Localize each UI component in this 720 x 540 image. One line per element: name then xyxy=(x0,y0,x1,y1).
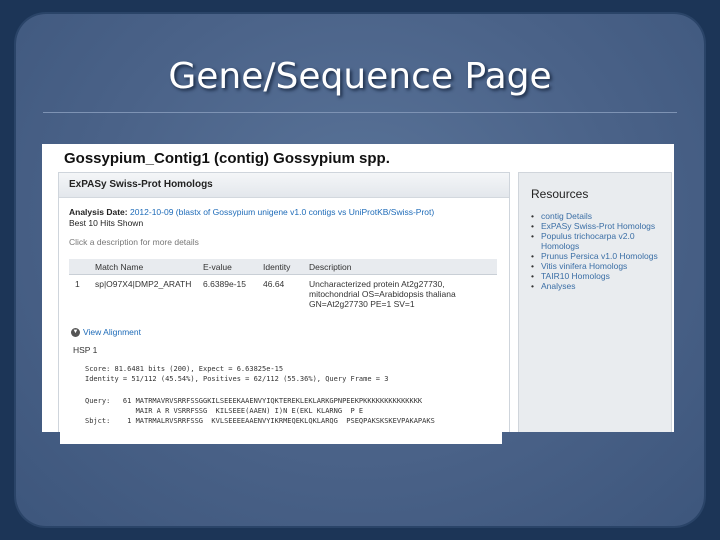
alignment-line: Score: 81.6481 bits (200), Expect = 6.63… xyxy=(85,365,284,373)
resource-item-contig-details[interactable]: • contig Details xyxy=(529,211,671,221)
column-header-match[interactable]: Match Name xyxy=(95,262,143,272)
homologs-panel: ExPASy Swiss-Prot Homologs Analysis Date… xyxy=(58,172,510,432)
resources-title: Resources xyxy=(531,187,589,201)
resource-item-tair10-homologs[interactable]: • TAIR10 Homologs xyxy=(529,271,671,281)
page-title: Gossypium_Contig1 (contig) Gossypium spp… xyxy=(64,150,390,167)
webpage-screenshot-overflow xyxy=(60,432,502,444)
view-alignment-label: View Alignment xyxy=(83,327,141,337)
analysis-date-label: Analysis Date: xyxy=(69,207,128,217)
analysis-date-link[interactable]: 2012-10-09 (blastx of Gossypium unigene … xyxy=(130,207,434,217)
alignment-line: MAIR A R VSRRFSSG KILSEEE(AAEN) I)N E(EK… xyxy=(85,407,364,415)
column-header-evalue[interactable]: E-value xyxy=(203,262,232,272)
view-alignment-toggle[interactable]: ▼ View Alignment xyxy=(71,327,141,338)
hsp-label: HSP 1 xyxy=(73,345,98,355)
homologs-panel-header: ExPASy Swiss-Prot Homologs xyxy=(59,173,509,198)
description-line: Uncharacterized protein At2g27730, xyxy=(309,279,445,289)
resource-item-vitis-homologs[interactable]: • Vitis vinifera Homologs xyxy=(529,261,671,271)
expand-arrow-icon: ▼ xyxy=(71,328,80,338)
resources-panel: Resources • contig Details • ExPASy Swiss-… xyxy=(518,172,672,432)
column-header-description[interactable]: Description xyxy=(309,262,352,272)
table-header: Match Name E-value Identity Description xyxy=(69,259,497,275)
match-name-link[interactable]: sp|O97X4|DMP2_ARATH xyxy=(95,279,191,289)
resource-item-analyses[interactable]: • Analyses xyxy=(529,281,671,291)
description-line: mitochondrial OS=Arabidopsis thaliana xyxy=(309,289,456,299)
webpage-screenshot: Gossypium_Contig1 (contig) Gossypium spp… xyxy=(42,144,674,432)
hits-shown-text: Best 10 Hits Shown xyxy=(69,218,144,228)
alignment-line: Sbjct: 1 MATRMALRVSRRFSSG KVLSEEEEAAENVY… xyxy=(85,417,435,425)
resources-list: • contig Details • ExPASy Swiss-Prot Homol… xyxy=(529,211,671,291)
title-divider xyxy=(43,112,677,113)
instruction-text: Click a description for more details xyxy=(69,237,199,247)
resource-item-populus-homologs[interactable]: • Populus trichocarpa v2.0 Homologs xyxy=(529,231,671,251)
identity-cell: 46.64 xyxy=(263,279,285,289)
evalue-cell: 6.6389e-15 xyxy=(203,279,247,289)
resource-item-swissprot-homologs[interactable]: • ExPASy Swiss-Prot Homologs xyxy=(529,221,671,231)
row-number: 1 xyxy=(75,279,80,289)
homologs-panel-title: ExPASy Swiss-Prot Homologs xyxy=(69,179,213,190)
resource-item-prunus-homologs[interactable]: • Prunus Persica v1.0 Homologs xyxy=(529,251,671,261)
description-cell[interactable]: Uncharacterized protein At2g27730, mitoc… xyxy=(309,279,456,309)
description-line: GN=At2g27730 PE=1 SV=1 xyxy=(309,299,415,309)
slide-title: Gene/Sequence Page xyxy=(168,56,552,97)
table-row: 1 sp|O97X4|DMP2_ARATH 6.6389e-15 46.64 U… xyxy=(69,277,497,323)
analysis-info: Analysis Date: 2012-10-09 (blastx of Gos… xyxy=(69,207,434,229)
column-header-identity[interactable]: Identity xyxy=(263,262,290,272)
alignment-line: Query: 61 MATRMAVRVSRRFSSGGKILSEEEKAAENV… xyxy=(85,397,423,405)
alignment-line: Identity = 51/112 (45.54%), Positives = … xyxy=(85,375,389,383)
